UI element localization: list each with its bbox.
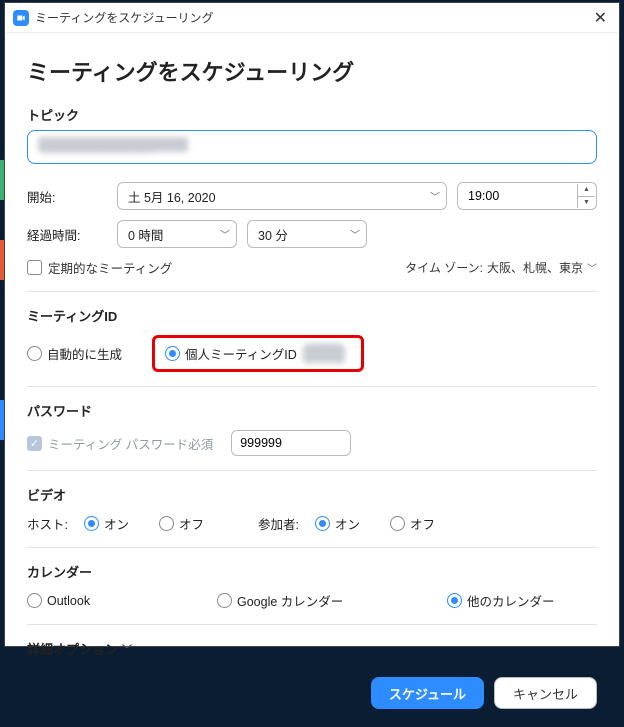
start-label: 開始: [27,187,107,206]
calendar-google-radio[interactable]: Google カレンダー [217,591,427,610]
meeting-id-personal-label: 個人ミーティングID [185,344,297,363]
meeting-id-label: ミーティングID [27,306,597,325]
timezone-value: 大阪、札幌、東京 [487,259,583,276]
radio-icon [27,346,42,361]
video-participant-label: 参加者: [258,514,299,533]
calendar-outlook-radio[interactable]: Outlook [27,593,197,608]
chevron-down-icon: ﹀ [220,227,230,242]
meeting-id-auto-radio[interactable]: 自動的に生成 [27,344,122,363]
chevron-down-icon: ﹀ [430,189,440,204]
radio-icon [165,346,180,361]
topic-value: ████████████ [38,137,188,152]
video-participant-on-radio[interactable]: オン [315,514,360,533]
close-icon[interactable]: ✕ [590,8,611,28]
radio-icon [315,516,330,531]
start-date-value: 土 5月 16, 2020 [128,187,216,206]
timezone-label: タイム ゾーン: [405,259,483,276]
video-host-off-radio[interactable]: オフ [159,514,204,533]
radio-icon [447,593,462,608]
radio-icon [159,516,174,531]
titlebar: ミーティングをスケジューリング ✕ [5,3,619,33]
start-date-combo[interactable]: 土 5月 16, 2020 ﹀ [117,182,447,210]
recurring-label: 定期的なミーティング [48,258,172,277]
timezone-select[interactable]: タイム ゾーン: 大阪、札幌、東京 ﹀ [405,259,597,276]
chevron-down-icon: ﹀ [350,227,360,242]
calendar-label: カレンダー [27,562,597,581]
duration-label: 経過時間: [27,225,107,244]
topic-input[interactable]: ████████████ [27,130,597,164]
schedule-button[interactable]: スケジュール [371,677,484,709]
calendar-other-radio[interactable]: 他のカレンダー [447,591,555,610]
cancel-button[interactable]: キャンセル [494,677,597,709]
duration-minutes-combo[interactable]: 30 分 ﹀ [247,220,367,248]
time-up-icon[interactable]: ▲ [578,184,595,197]
personal-id-value: ███ [303,345,345,363]
recurring-checkbox[interactable]: 定期的なミーティング [27,258,172,277]
start-time-value: 19:00 [468,189,499,203]
time-down-icon[interactable]: ▼ [578,197,595,209]
start-time-spin[interactable]: 19:00 ▲ ▼ [457,182,597,210]
window-title: ミーティングをスケジューリング [35,9,213,26]
chevron-down-icon: ﹀ [587,260,597,275]
radio-icon [390,516,405,531]
checkbox-icon [27,260,42,275]
checkbox-checked-icon: ✓ [27,436,42,451]
password-required-checkbox[interactable]: ✓ ミーティング パスワード必須 [27,434,213,453]
video-host-on-radio[interactable]: オン [84,514,129,533]
highlight-annotation: 個人ミーティングID ███ [152,335,364,372]
meeting-id-auto-label: 自動的に生成 [47,344,122,363]
page-title: ミーティングをスケジューリング [27,55,597,87]
password-label: パスワード [27,401,597,420]
schedule-dialog: ミーティングをスケジューリング ✕ ミーティングをスケジューリング トピック █… [4,2,620,647]
duration-minutes-value: 30 分 [258,225,288,244]
video-host-label: ホスト: [27,514,68,533]
duration-hours-combo[interactable]: 0 時間 ﹀ [117,220,237,248]
topic-label: トピック [27,105,597,124]
video-participant-off-radio[interactable]: オフ [390,514,435,533]
password-input[interactable] [231,430,351,456]
password-required-label: ミーティング パスワード必須 [48,434,213,453]
video-label: ビデオ [27,485,597,504]
duration-hours-value: 0 時間 [128,225,163,244]
radio-icon [84,516,99,531]
radio-icon [217,593,232,608]
meeting-id-personal-radio[interactable]: 個人ミーティングID [165,344,297,363]
app-icon [13,10,29,26]
radio-icon [27,593,42,608]
